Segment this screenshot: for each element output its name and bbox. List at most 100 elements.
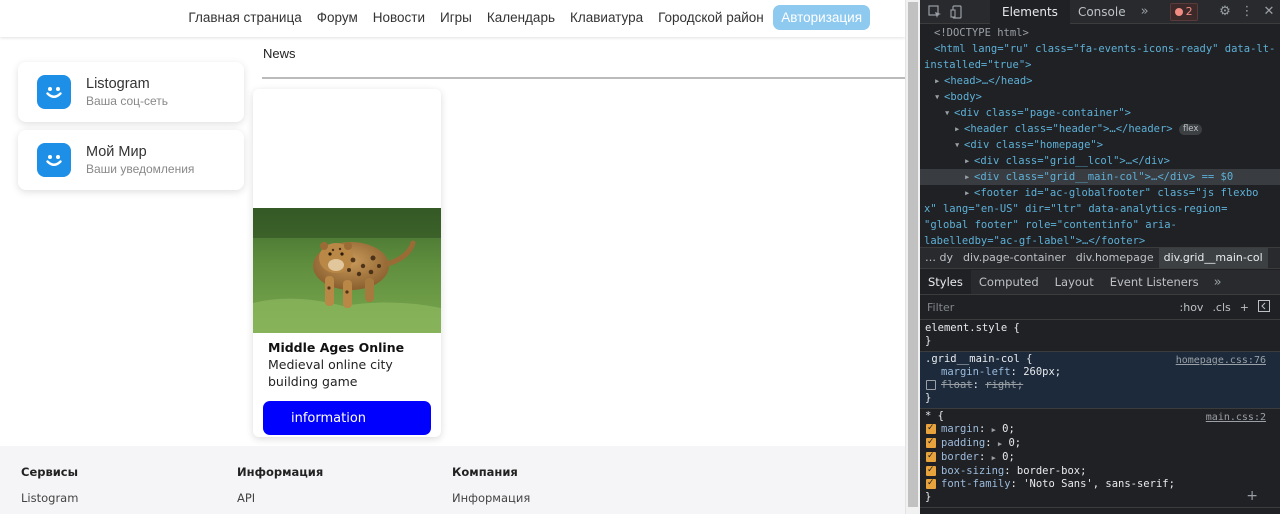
declaration-checkbox[interactable] (926, 436, 936, 449)
styles-filter-input[interactable]: Filter (927, 301, 1137, 314)
flex-badge[interactable]: flex (1178, 123, 1203, 135)
breadcrumb-item[interactable]: … dy (920, 248, 958, 268)
app-card-title: Listogram (86, 76, 150, 92)
expand-triangle-icon[interactable]: ▶ (998, 440, 1002, 448)
declaration[interactable]: border: ▶ 0; (925, 450, 1276, 465)
tab-styles[interactable]: Styles (920, 270, 971, 294)
declaration[interactable]: box-sizing: border-box; (925, 464, 1276, 478)
nav-forum[interactable]: Форум (309, 5, 365, 30)
app-card-my-world[interactable]: Мой Мир Ваши уведомления (18, 130, 244, 190)
dom-node[interactable]: ▸ <footer id="ac-globalfooter" class="js … (920, 185, 1280, 201)
dom-node-selected[interactable]: ▸ <div class="grid__main-col">…</div> == … (920, 169, 1280, 185)
declaration-checkbox[interactable] (926, 450, 936, 463)
expand-triangle-icon[interactable]: ▶ (992, 426, 996, 434)
declaration-disabled[interactable]: float: right; (925, 379, 1276, 392)
expand-triangle-icon[interactable]: ▶ (992, 454, 996, 462)
dom-tree: <!DOCTYPE html> <html lang="ru" class="f… (920, 25, 1280, 247)
nav-city-district[interactable]: Городской район (651, 5, 772, 30)
nav-news[interactable]: Новости (365, 5, 432, 30)
news-heading: News (263, 46, 296, 61)
expand-arrow-icon[interactable]: ▸ (964, 169, 974, 185)
prop-value: 0; (1002, 423, 1015, 435)
scroll-thumb[interactable] (908, 2, 918, 507)
more-tabs-icon[interactable]: » (1207, 271, 1229, 293)
cls-toggle[interactable]: .cls (1212, 301, 1230, 314)
tab-computed[interactable]: Computed (971, 270, 1047, 294)
declaration-checkbox[interactable] (926, 477, 936, 490)
tab-console[interactable]: Console (1070, 0, 1134, 24)
toolbar-right: ⚙ ⋮ ✕ (1214, 1, 1280, 23)
nav-games[interactable]: Игры (433, 5, 480, 30)
expand-arrow-icon[interactable]: ▸ (954, 121, 964, 137)
expand-arrow-icon[interactable]: ▸ (964, 153, 974, 169)
page-scrollbar[interactable] (905, 0, 920, 514)
dom-node[interactable]: ▸ <div class="grid__lcol">…</div> (920, 153, 1280, 169)
nav-calendar[interactable]: Календарь (479, 5, 562, 30)
dom-node[interactable]: <html lang="ru" class="fa-events-icons-r… (920, 41, 1280, 57)
collapse-arrow-icon[interactable]: ▾ (954, 137, 964, 153)
app-card-text: Listogram Ваша соц-сеть (86, 75, 168, 109)
expand-arrow-icon[interactable]: ▸ (964, 185, 974, 201)
footer-column-services: Сервисы Listogram (21, 465, 78, 505)
rule-main-col[interactable]: .grid__main-col { homepage.css:76 margin… (920, 352, 1280, 409)
rule-element-style[interactable]: element.style { } (920, 321, 1280, 352)
dom-body: <body> (944, 91, 982, 103)
breadcrumb-item[interactable]: div.homepage (1071, 248, 1159, 268)
declaration-checkbox[interactable] (926, 464, 936, 477)
smile-icon (37, 143, 71, 177)
devtools-panel: Elements Console » 2 ⚙ ⋮ ✕ <!DOCTYPE htm… (920, 0, 1280, 514)
declaration[interactable]: padding: ▶ 0; (925, 436, 1276, 451)
dom-lcol: <div class="grid__lcol">…</div> (974, 155, 1170, 167)
expand-arrow-icon[interactable]: ▸ (934, 73, 944, 89)
nav-keyboard[interactable]: Клавиатура (562, 5, 650, 30)
declaration-checkbox[interactable] (926, 380, 936, 390)
dom-node[interactable]: ▾ <body> (920, 89, 1280, 105)
tab-layout[interactable]: Layout (1047, 270, 1102, 294)
declaration[interactable]: margin-left: 260px; (925, 366, 1276, 379)
prop-value: right; (985, 379, 1024, 391)
add-declaration-plus-icon[interactable]: + (1246, 489, 1258, 503)
collapse-arrow-icon[interactable]: ▾ (934, 89, 944, 105)
rule-close: } (925, 392, 932, 404)
dom-footer-cont: x" lang="en-US" dir="ltr" data-analytics… (924, 203, 1228, 215)
inspect-icon[interactable] (924, 1, 946, 23)
dom-node[interactable]: ▾ <div class="page-container"> (920, 105, 1280, 121)
tab-event-listeners[interactable]: Event Listeners (1102, 270, 1207, 294)
dom-header: <header class="header">…</header> (964, 123, 1173, 135)
close-icon[interactable]: ✕ (1258, 1, 1280, 23)
element-breadcrumbs: … dy div.page-container div.homepage div… (920, 247, 1280, 269)
declaration[interactable]: font-family: 'Noto Sans', sans-serif; (925, 477, 1276, 491)
dom-node[interactable]: ▾ <div class="homepage"> (920, 137, 1280, 153)
dom-node[interactable]: <!DOCTYPE html> (920, 25, 1280, 41)
information-button[interactable]: information (263, 401, 431, 435)
breadcrumb-item-current[interactable]: div.grid__main-col (1158, 248, 1268, 268)
collapse-arrow-icon[interactable]: ▾ (944, 105, 954, 121)
prop-value: 0; (1008, 437, 1022, 449)
dom-node[interactable]: ▸ <head>…</head> (920, 73, 1280, 89)
error-badge[interactable]: 2 (1169, 2, 1198, 21)
declaration-checkbox[interactable] (926, 422, 936, 435)
kebab-menu-icon[interactable]: ⋮ (1236, 1, 1258, 23)
app-card-listogram[interactable]: Listogram Ваша соц-сеть (18, 62, 244, 122)
breadcrumb-item[interactable]: div.page-container (958, 248, 1071, 268)
footer-column-company: Компания Информация (452, 465, 530, 505)
device-toggle-icon[interactable] (946, 1, 968, 23)
nav-home[interactable]: Главная страница (181, 5, 309, 30)
gear-icon[interactable]: ⚙ (1214, 1, 1236, 23)
footer-link[interactable]: Listogram (21, 491, 78, 505)
dom-node-cont: installed="true"> (920, 57, 1280, 73)
rule-universal[interactable]: * { main.css:2 margin: ▶ 0; padding: ▶ 0… (920, 409, 1280, 508)
footer-link[interactable]: Информация (452, 491, 530, 505)
hov-toggle[interactable]: :hov (1180, 301, 1204, 314)
declaration[interactable]: margin: ▶ 0; (925, 422, 1276, 437)
footer-link[interactable]: API (237, 491, 323, 505)
new-rule-plus-icon[interactable]: + (1240, 301, 1249, 314)
footer-heading: Компания (452, 465, 518, 479)
error-dot-icon (1174, 7, 1183, 16)
tab-elements[interactable]: Elements (990, 0, 1070, 24)
dom-node[interactable]: ▸ <header class="header">…</header> flex (920, 121, 1280, 137)
more-tabs-icon[interactable]: » (1134, 1, 1156, 23)
auth-button[interactable]: Авторизация (773, 5, 870, 30)
dom-footer-cont: "global footer" role="contentinfo" aria- (924, 219, 1177, 231)
sidebar-toggle-icon[interactable] (1258, 300, 1270, 315)
